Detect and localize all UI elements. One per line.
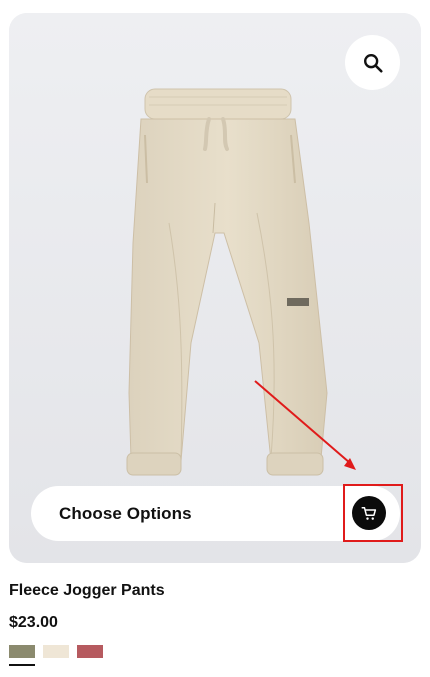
swatch-color	[9, 645, 35, 658]
swatch-color	[77, 645, 103, 658]
zoom-button[interactable]	[345, 35, 400, 90]
product-image-card[interactable]: Choose Options	[9, 13, 421, 563]
swatch-cream[interactable]	[43, 645, 69, 664]
search-icon	[363, 53, 383, 73]
swatch-rose[interactable]	[77, 645, 103, 664]
pants-image	[9, 13, 421, 563]
product-price: $23.00	[9, 614, 58, 631]
swatch-olive[interactable]	[9, 645, 35, 666]
selected-underline	[9, 664, 35, 666]
product-title[interactable]: Fleece Jogger Pants	[9, 582, 165, 600]
choose-options-label[interactable]: Choose Options	[59, 504, 192, 524]
color-swatches	[9, 645, 103, 666]
swatch-color	[43, 645, 69, 658]
annotation-highlight-box	[343, 484, 403, 542]
